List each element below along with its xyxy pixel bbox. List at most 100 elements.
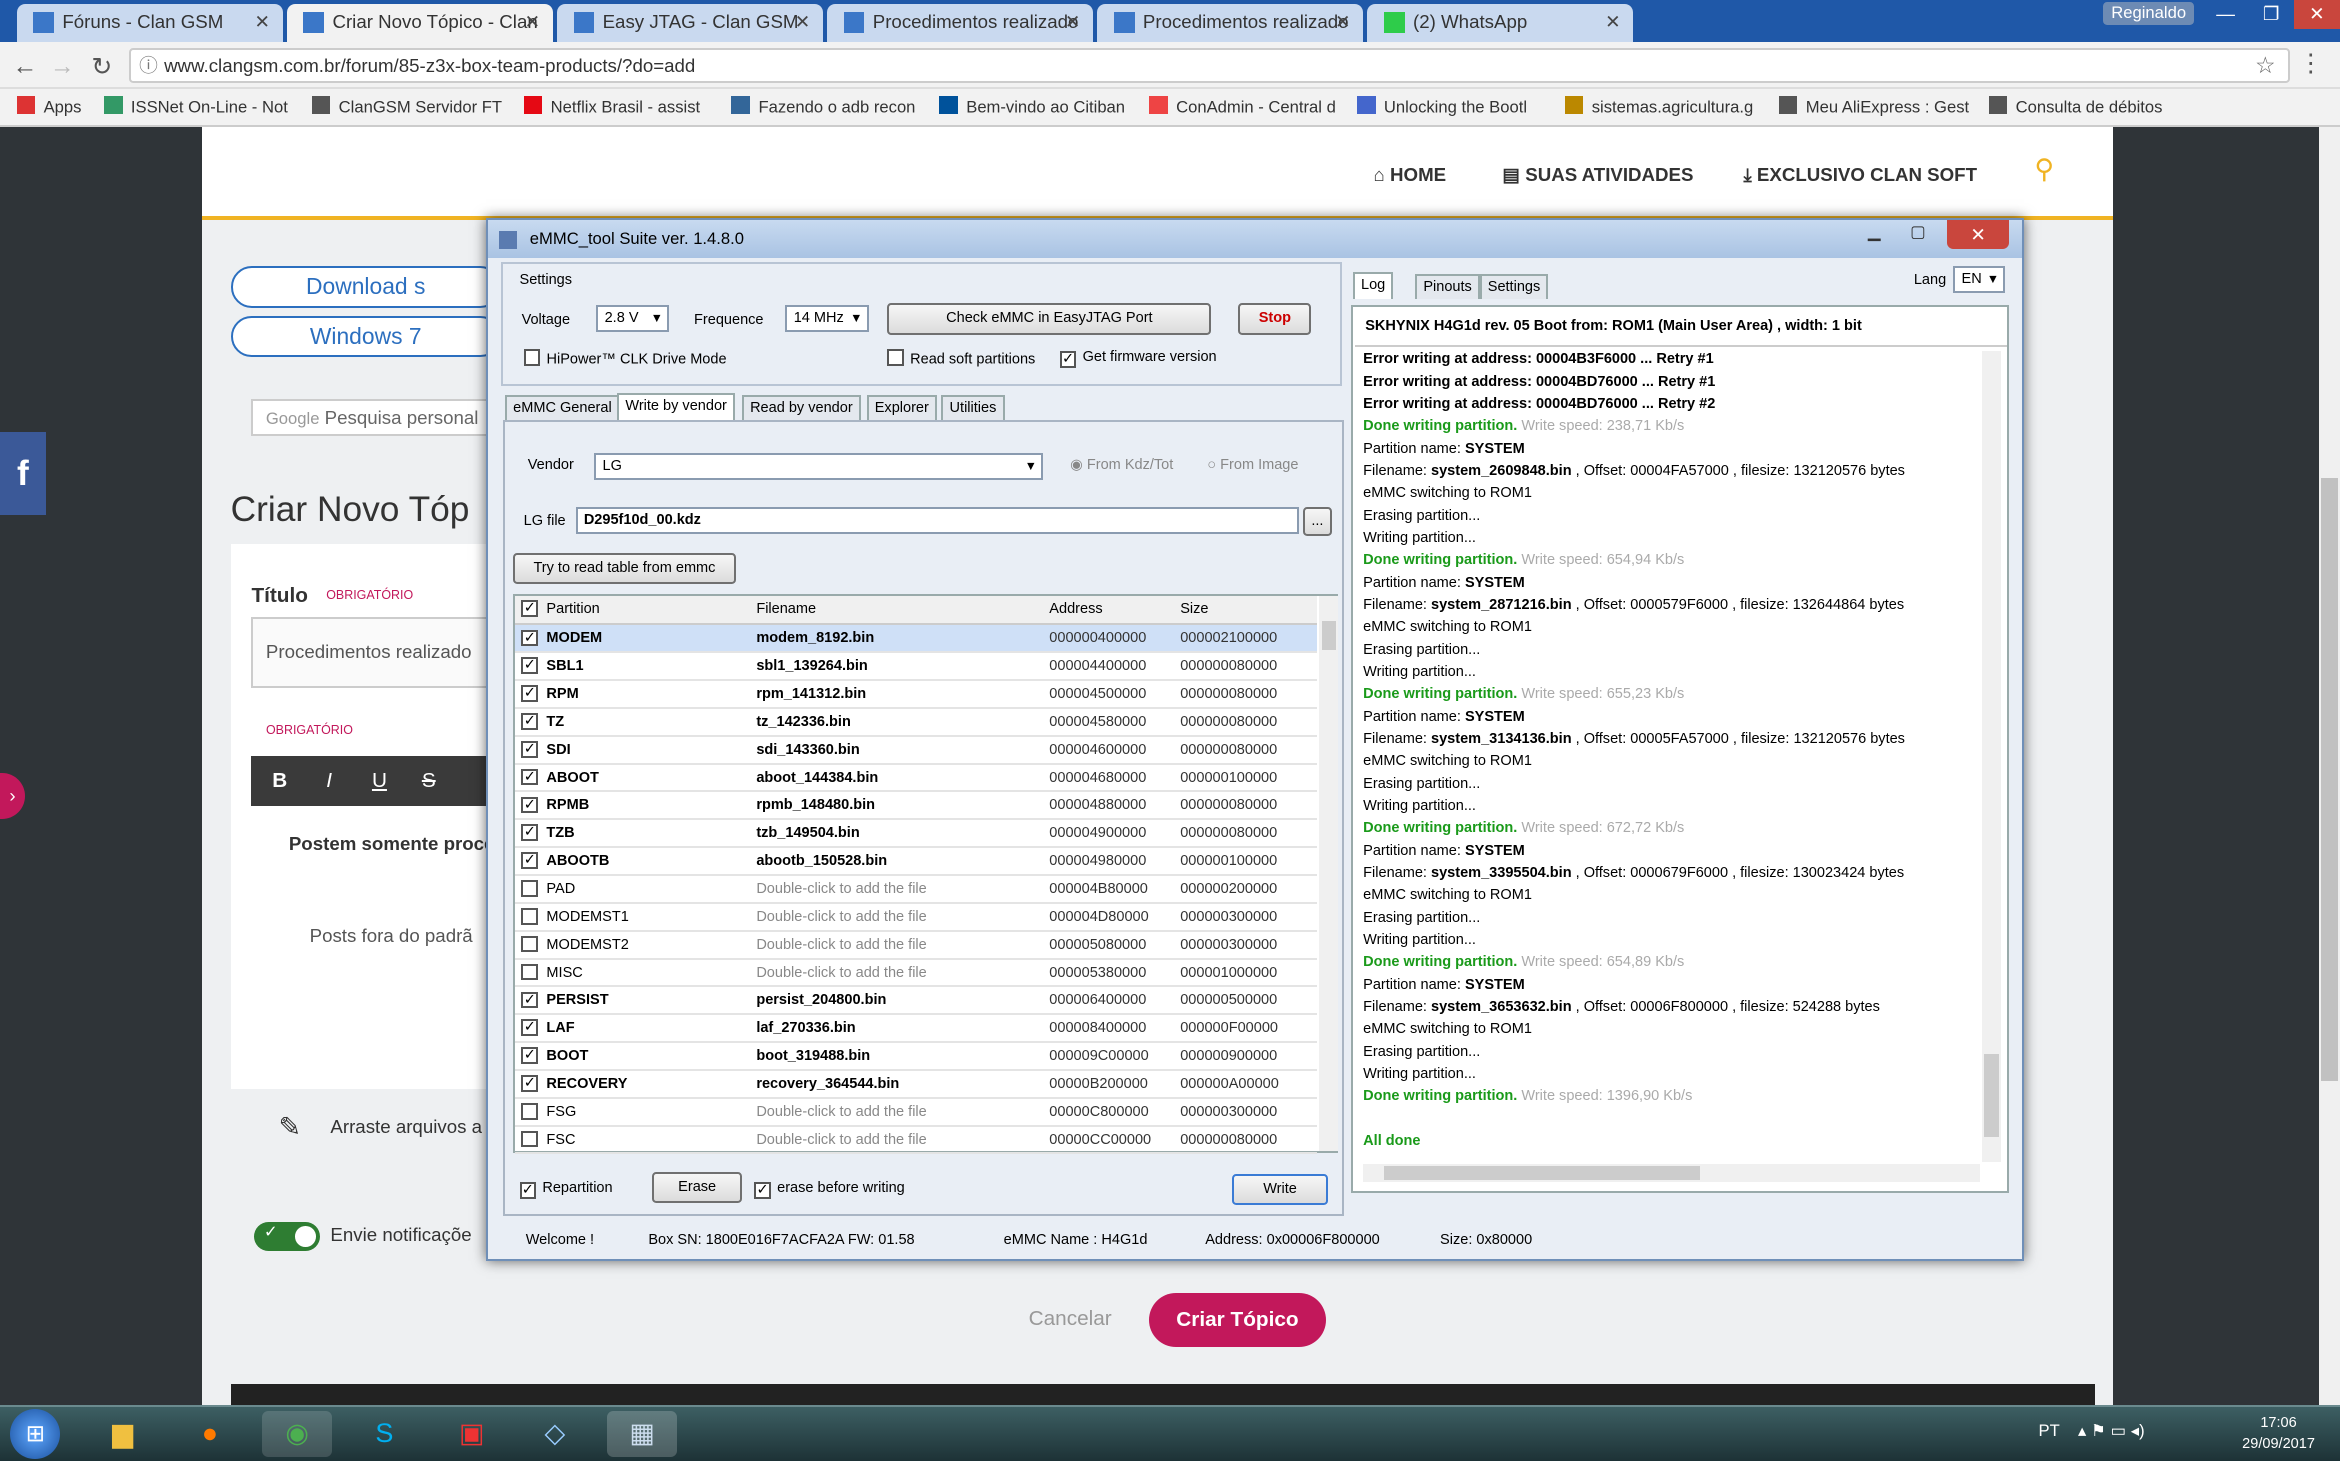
read-soft-checkbox[interactable]: Read soft partitions [887, 349, 1035, 368]
freq-select[interactable]: 14 MHz ▼ [785, 305, 869, 333]
bookmark-item[interactable]: ConAdmin - Central d [1149, 95, 1336, 118]
start-icon[interactable]: ⊞ [10, 1408, 61, 1459]
row-checkbox[interactable] [521, 907, 539, 925]
voltage-select[interactable]: 2.8 V ▼ [596, 305, 670, 333]
profile-name[interactable]: Reginaldo [2102, 2, 2195, 25]
chrome-icon[interactable]: ◉ [261, 1410, 333, 1457]
back-icon[interactable]: ← [12, 52, 37, 81]
get-fw-checkbox[interactable]: ✓ Get firmware version [1059, 349, 1217, 368]
row-checkbox[interactable]: ✓ [521, 824, 539, 842]
bookmark-item[interactable]: Meu AliExpress : Gest [1778, 95, 1969, 118]
close-icon[interactable]: ✕ [1335, 4, 1351, 39]
create-topic-button[interactable]: Criar Tópico [1149, 1292, 1326, 1347]
from-image-radio[interactable]: ○ From Image [1207, 457, 1298, 473]
tab-utilities[interactable]: Utilities [941, 394, 1005, 420]
browser-tab[interactable]: Criar Novo Tópico - Clan ✕ [286, 4, 553, 42]
browser-tab[interactable]: Easy JTAG - Clan GSM ✕ [556, 4, 823, 42]
table-row[interactable]: ✓ LAF laf_270336.bin 000008400000 000000F000… [515, 1015, 1318, 1044]
underline-button[interactable]: U [372, 769, 387, 793]
tray-icons[interactable]: ▴ ⚑ ▭ ◂) [2078, 1421, 2145, 1441]
row-checkbox[interactable]: ✓ [521, 713, 539, 730]
download-button[interactable]: Download s [230, 265, 501, 308]
log-hscrollbar[interactable] [1363, 1163, 1981, 1183]
row-checkbox[interactable]: ✓ [521, 1075, 539, 1092]
clock[interactable]: 17:06 29/09/2017 [2242, 1413, 2315, 1455]
tab-explorer[interactable]: Explorer [866, 394, 938, 420]
scrollbar-thumb[interactable] [2321, 477, 2338, 1081]
browse-button[interactable]: ... [1302, 507, 1332, 537]
row-checkbox[interactable]: ✓ [521, 740, 539, 758]
table-row[interactable]: MODEMST2 Double-click to add the file 0000… [515, 932, 1318, 960]
header-partition[interactable]: Partition [546, 596, 599, 623]
close-icon[interactable]: ✕ [795, 4, 811, 39]
row-checkbox[interactable]: ✓ [521, 1047, 539, 1064]
bookmark-item[interactable]: Unlocking the Bootl [1356, 95, 1527, 118]
close-icon[interactable]: ✕ [1065, 4, 1081, 39]
table-row[interactable]: ✓ RPM rpm_141312.bin 000004500000 0000000800… [515, 681, 1318, 709]
windows-button[interactable]: Windows 7 [230, 315, 501, 358]
italic-button[interactable]: I [326, 769, 332, 793]
log-vscrollbar[interactable] [1982, 351, 2002, 1162]
close-icon[interactable]: ✕ [1605, 4, 1621, 39]
table-row[interactable]: ✓ TZB tzb_149504.bin 000004900000 0000000800… [515, 820, 1318, 849]
table-row[interactable]: ✓ RPMB rpmb_148480.bin 000004880000 00000008… [515, 792, 1318, 821]
lgfile-input[interactable]: D295f10d_00.kdz [575, 507, 1299, 535]
row-checkbox[interactable]: ✓ [521, 685, 539, 702]
check-emmc-button[interactable]: Check eMMC in EasyJTAG Port [887, 303, 1212, 335]
app2-icon[interactable]: ◇ [520, 1411, 591, 1457]
close-icon[interactable]: ✕ [2294, 0, 2340, 30]
minimize-icon[interactable]: ▁ [1856, 220, 1893, 249]
title-input[interactable]: Procedimentos realizado [251, 617, 501, 688]
cancel-button[interactable]: Cancelar [1029, 1307, 1112, 1331]
tab-settings[interactable]: Settings [1479, 274, 1549, 300]
notify-toggle[interactable]: ✓ [253, 1221, 320, 1251]
bookmark-item[interactable]: ISSNet On-Line - Not [103, 95, 288, 118]
table-row[interactable]: FSC Double-click to add the file 00000CC00… [515, 1127, 1318, 1155]
vendor-select[interactable]: LG ▼ [594, 453, 1044, 480]
bookmark-item[interactable]: ClanGSM Servidor FT [311, 95, 502, 118]
tab-write-by-vendor[interactable]: Write by vendor [617, 392, 736, 420]
header-address[interactable]: Address [1049, 596, 1102, 623]
from-kdz-radio[interactable]: ◉ From Kdz/Tot [1070, 457, 1173, 473]
bookmark-item[interactable]: Fazendo o adb recon [731, 95, 915, 118]
header-size[interactable]: Size [1180, 596, 1208, 623]
tab-pinouts[interactable]: Pinouts [1415, 274, 1481, 300]
close-icon[interactable]: ✕ [254, 4, 270, 39]
nav-activities[interactable]: ▤ SUAS ATIVIDADES [1502, 164, 1693, 186]
language-indicator[interactable]: PT [2039, 1421, 2060, 1441]
bookmark-item[interactable]: Consulta de débitos [1988, 95, 2162, 118]
browser-tab[interactable]: Fóruns - Clan GSM ✕ [16, 4, 283, 42]
skype-icon[interactable]: S [349, 1411, 420, 1457]
strike-button[interactable]: S [422, 769, 436, 793]
maximize-icon[interactable]: ❐ [2248, 0, 2294, 29]
bookmark-item[interactable]: sistemas.agricultura.g [1564, 95, 1753, 118]
stop-button[interactable]: Stop [1238, 303, 1312, 335]
table-row[interactable]: ✓ ABOOTB abootb_150528.bin 000004980000 0000… [515, 848, 1318, 876]
table-row[interactable]: MODEMST1 Double-click to add the file 0000… [515, 904, 1318, 932]
table-row[interactable]: MISC Double-click to add the file 00000538… [515, 960, 1318, 988]
select-all-checkbox[interactable]: ✓ [521, 600, 539, 618]
row-checkbox[interactable] [521, 880, 539, 897]
row-checkbox[interactable] [521, 935, 539, 953]
bold-button[interactable]: B [272, 769, 287, 793]
explorer-icon[interactable]: ▆ [87, 1411, 158, 1457]
table-scrollbar[interactable] [1319, 596, 1339, 1152]
bookmark-item[interactable]: Apps [16, 95, 81, 118]
menu-icon[interactable]: ⋮ [2298, 48, 2323, 78]
browser-tab[interactable]: Procedimentos realizado ✕ [827, 4, 1093, 42]
row-checkbox[interactable]: ✓ [521, 991, 539, 1009]
nav-home[interactable]: ⌂ HOME [1374, 164, 1447, 186]
url-input[interactable]: ⓘ www.clangsm.com.br/forum/85-z3x-box-te… [128, 47, 2290, 84]
google-search-input[interactable]: Google Pesquisa personal [251, 398, 501, 437]
tab-read-by-vendor[interactable]: Read by vendor [741, 394, 861, 420]
maximize-icon[interactable]: ▢ [1899, 220, 1936, 249]
bookmark-item[interactable]: Netflix Brasil - assist [523, 95, 700, 118]
row-checkbox[interactable]: ✓ [521, 657, 539, 674]
row-checkbox[interactable] [521, 1130, 539, 1148]
tab-emmc-general[interactable]: eMMC General [504, 394, 620, 420]
erase-button[interactable]: Erase [652, 1171, 742, 1204]
log-hscroll-thumb[interactable] [1383, 1165, 1700, 1181]
table-row[interactable]: ✓ PERSIST persist_204800.bin 000006400000 00… [515, 987, 1318, 1016]
row-checkbox[interactable]: ✓ [521, 796, 539, 814]
close-icon[interactable]: ✕ [1947, 220, 2010, 250]
